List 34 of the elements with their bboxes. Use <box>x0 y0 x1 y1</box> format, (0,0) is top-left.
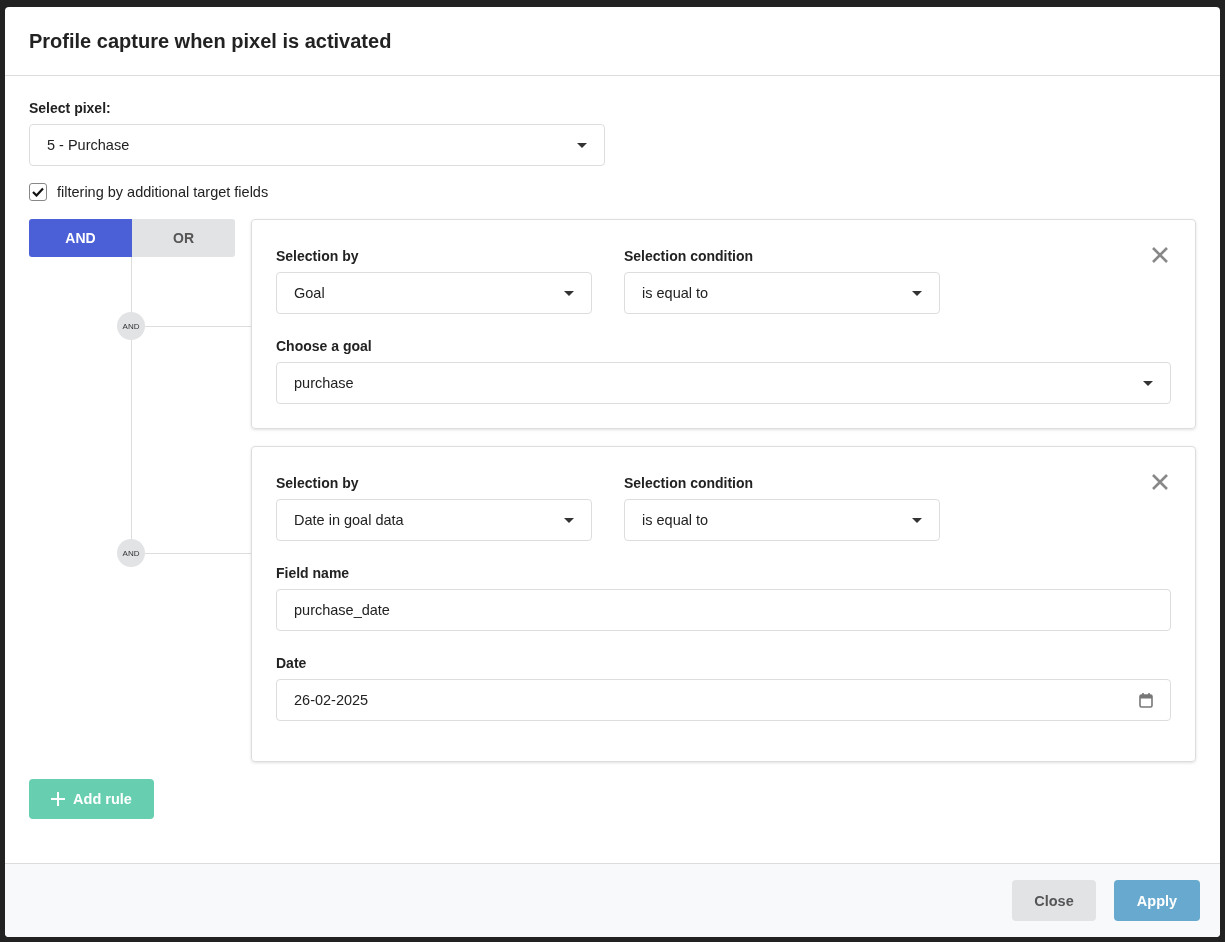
field-label: Selection condition <box>624 248 754 264</box>
close-icon[interactable] <box>1151 246 1169 264</box>
dropdown[interactable]: Goal <box>276 272 592 314</box>
close-icon[interactable] <box>1151 473 1169 491</box>
connector-node: AND <box>117 539 145 567</box>
caret-icon <box>912 290 922 296</box>
logic-tab[interactable]: OR <box>132 219 235 257</box>
plus-icon <box>51 792 66 806</box>
caret-icon <box>564 517 574 523</box>
calendar-icon <box>1139 692 1153 708</box>
caret-icon <box>1143 380 1153 386</box>
field-label: Selection by <box>276 248 359 264</box>
field-label: Field name <box>276 565 350 581</box>
checkbox-label: filtering by additional target fields <box>57 184 269 200</box>
field-label: Choose a goal <box>276 338 372 354</box>
field-label: Select pixel: <box>29 100 111 116</box>
dropdown[interactable]: is equal to <box>624 499 940 541</box>
date-field[interactable]: 26-02-2025 <box>276 679 1171 721</box>
caret-icon <box>564 290 574 296</box>
dropdown[interactable]: Date in goal data <box>276 499 592 541</box>
connector-node: AND <box>117 312 145 340</box>
dropdown[interactable]: is equal to <box>624 272 940 314</box>
field-label: Selection by <box>276 475 359 491</box>
caret-icon <box>577 142 587 148</box>
caret-icon <box>912 517 922 523</box>
field-label: Date <box>276 655 307 671</box>
dialog-title: Profile capture when pixel is activated <box>29 29 392 53</box>
logic-tab[interactable]: AND <box>29 219 132 257</box>
checkbox[interactable] <box>29 183 47 201</box>
dropdown[interactable]: purchase <box>276 362 1171 404</box>
close-button[interactable]: Close <box>1012 880 1096 921</box>
input-field[interactable]: purchase_date <box>276 589 1171 631</box>
pixel-dropdown[interactable]: 5 - Purchase <box>29 124 605 166</box>
field-label: Selection condition <box>624 475 754 491</box>
